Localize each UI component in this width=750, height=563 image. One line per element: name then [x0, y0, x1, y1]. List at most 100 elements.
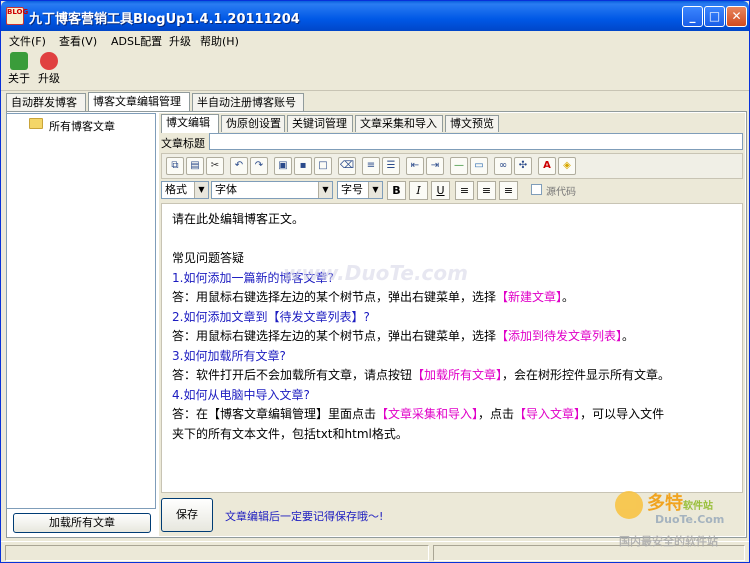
phone-icon — [10, 52, 28, 70]
chevron-down-icon: ▼ — [318, 182, 332, 198]
menu-adsl[interactable]: ADSL配置 — [111, 33, 162, 49]
subtab-pseudo-original[interactable]: 伪原创设置 — [221, 115, 285, 132]
align-center-button[interactable]: ≡ — [477, 181, 496, 200]
subtab-preview[interactable]: 博文预览 — [445, 115, 499, 132]
image-icon[interactable]: ▭ — [470, 157, 488, 175]
minimize-button[interactable]: _ — [682, 6, 703, 27]
article-tree[interactable]: 所有博客文章 — [6, 113, 156, 509]
menu-upgrade[interactable]: 升级 — [169, 33, 191, 49]
main-window: BLOG 九丁博客营销工具BlogUp1.4.1.20111204 _ □ ✕ … — [0, 0, 750, 563]
folder-icon — [29, 118, 43, 129]
center-watermark: www.DuoTe.com — [283, 261, 468, 285]
stop-icon — [40, 52, 58, 70]
duote-watermark: 多特软件站 DuoTe.Com 国内最安全的软件站 — [615, 489, 747, 549]
status-pane-1 — [5, 545, 429, 561]
copy-icon[interactable]: ⧉ — [166, 157, 184, 175]
article-editor[interactable]: 请在此处编辑博客正文。 常见问题答疑 1.如何添加一篇新的博客文章? 答：用鼠标… — [161, 203, 743, 493]
watermark-slogan: 国内最安全的软件站 — [619, 535, 718, 548]
align-left-icon: ≡ — [459, 184, 470, 197]
tree-node-all[interactable]: 所有博客文章 — [29, 118, 115, 134]
toolbar: 关于 升级 — [1, 49, 749, 91]
editor-area: 博文编辑 伪原创设置 关键词管理 文章采集和导入 博文预览 文章标题 ⧉ ▤ ✂… — [159, 113, 745, 536]
font-select-value: 字体 — [215, 183, 237, 196]
faq-q4: 4.如何从电脑中导入文章? — [172, 387, 310, 402]
outdent-icon[interactable]: ⇤ — [406, 157, 424, 175]
unlink-icon[interactable]: ✣ — [514, 157, 532, 175]
format-toolbar: ⧉ ▤ ✂ ↶ ↷ ▣ ▪ □ ⌫ ≡ ☰ ⇤ ⇥ — ▭ ∞ ✣ A ◈ — [161, 153, 743, 179]
upgrade-button[interactable]: 升级 — [34, 52, 64, 90]
title-bar[interactable]: BLOG 九丁博客营销工具BlogUp1.4.1.20111204 _ □ ✕ — [1, 1, 749, 31]
window-title: 九丁博客营销工具BlogUp1.4.1.20111204 — [29, 12, 300, 27]
source-code-checkbox[interactable] — [531, 184, 542, 195]
close-button[interactable]: ✕ — [726, 6, 747, 27]
title-row: 文章标题 — [159, 133, 745, 151]
font-select[interactable]: 字体 ▼ — [211, 181, 333, 199]
font-color-icon[interactable]: A — [538, 157, 556, 175]
insert-icon[interactable]: ▪ — [294, 157, 312, 175]
maximize-button[interactable]: □ — [704, 6, 725, 27]
format-select-value: 格式 — [165, 183, 187, 196]
highlight-color-icon[interactable]: ◈ — [558, 157, 576, 175]
italic-button[interactable]: I — [409, 181, 428, 200]
eraser-icon[interactable]: ⌫ — [338, 157, 356, 175]
faq-q3: 3.如何加载所有文章? — [172, 348, 286, 363]
align-left-button[interactable]: ≡ — [455, 181, 474, 200]
ordered-list-icon[interactable]: ≡ — [362, 157, 380, 175]
size-select-value: 字号 — [341, 183, 363, 196]
watermark-brand: 多特软件站 — [647, 493, 713, 514]
title-label: 文章标题 — [161, 137, 205, 150]
title-input[interactable] — [209, 133, 743, 150]
about-button[interactable]: 关于 — [4, 52, 34, 90]
faq-a3: 答：软件打开后不会加载所有文章，请点按钮【加载所有文章】，会在树形控件显示所有文… — [172, 368, 671, 382]
subtab-collect-import[interactable]: 文章采集和导入 — [355, 115, 443, 132]
watermark-url: DuoTe.Com — [655, 513, 725, 526]
tree-node-label: 所有博客文章 — [49, 120, 115, 133]
menu-help[interactable]: 帮助(H) — [200, 33, 239, 49]
subtab-edit[interactable]: 博文编辑 — [161, 114, 219, 133]
cut-icon[interactable]: ✂ — [206, 157, 224, 175]
save-tip: 文章编辑后一定要记得保存哦～! — [225, 510, 384, 523]
new-page-icon[interactable]: □ — [314, 157, 332, 175]
load-all-button[interactable]: 加载所有文章 — [13, 513, 151, 533]
indent-icon[interactable]: ⇥ — [426, 157, 444, 175]
upgrade-label: 升级 — [38, 72, 60, 85]
faq-a4-cont: 夹下的所有文本文件，包括txt和html格式。 — [172, 426, 408, 441]
source-code-label: 源代码 — [546, 187, 576, 198]
subtab-keywords[interactable]: 关键词管理 — [287, 115, 353, 132]
format-select[interactable]: 格式 ▼ — [161, 181, 209, 199]
select-all-icon[interactable]: ▣ — [274, 157, 292, 175]
minimize-icon: _ — [689, 9, 696, 23]
tab-register-accounts[interactable]: 半自动注册博客账号 — [192, 93, 304, 111]
size-select[interactable]: 字号 ▼ — [337, 181, 383, 199]
unordered-list-icon[interactable]: ☰ — [382, 157, 400, 175]
tab-auto-publish[interactable]: 自动群发博客 — [6, 93, 86, 111]
about-label: 关于 — [8, 72, 30, 85]
redo-icon[interactable]: ↷ — [250, 157, 268, 175]
paste-icon[interactable]: ▤ — [186, 157, 204, 175]
underline-button[interactable]: U — [431, 181, 450, 200]
maximize-icon: □ — [708, 9, 721, 23]
editor-intro: 请在此处编辑博客正文。 — [172, 212, 305, 226]
close-icon: ✕ — [731, 9, 742, 23]
faq-a4: 答：在【博客文章编辑管理】里面点击【文章采集和导入】，点击【导入文章】，可以导入… — [172, 407, 665, 421]
chevron-down-icon: ▼ — [368, 182, 382, 198]
undo-icon[interactable]: ↶ — [230, 157, 248, 175]
faq-a2: 答：用鼠标右键选择左边的某个树节点，弹出右键菜单，选择【添加到待发文章列表】。 — [172, 329, 635, 343]
menu-bar: 文件(F) 查看(V) ADSL配置 升级 帮助(H) — [1, 31, 749, 49]
chevron-down-icon: ▼ — [194, 182, 208, 198]
format-selects: 格式 ▼ 字体 ▼ 字号 ▼ B I U ≡ ≡ ≡ 源代码 — [161, 179, 743, 201]
faq-q2: 2.如何添加文章到【待发文章列表】? — [172, 309, 370, 324]
app-blog-icon: BLOG — [6, 7, 28, 25]
align-right-button[interactable]: ≡ — [499, 181, 518, 200]
menu-view[interactable]: 查看(V) — [59, 33, 97, 49]
align-right-icon: ≡ — [503, 184, 514, 197]
link-icon[interactable]: ∞ — [494, 157, 512, 175]
bold-button[interactable]: B — [387, 181, 406, 200]
mascot-logo-icon — [615, 491, 643, 519]
horizontal-rule-icon[interactable]: — — [450, 157, 468, 175]
save-button[interactable]: 保存 — [161, 498, 213, 532]
faq-a1: 答：用鼠标右键选择左边的某个树节点，弹出右键菜单，选择【新建文章】。 — [172, 290, 575, 304]
menu-file[interactable]: 文件(F) — [9, 33, 46, 49]
align-center-icon: ≡ — [481, 184, 492, 197]
tab-article-manage[interactable]: 博客文章编辑管理 — [88, 92, 190, 112]
